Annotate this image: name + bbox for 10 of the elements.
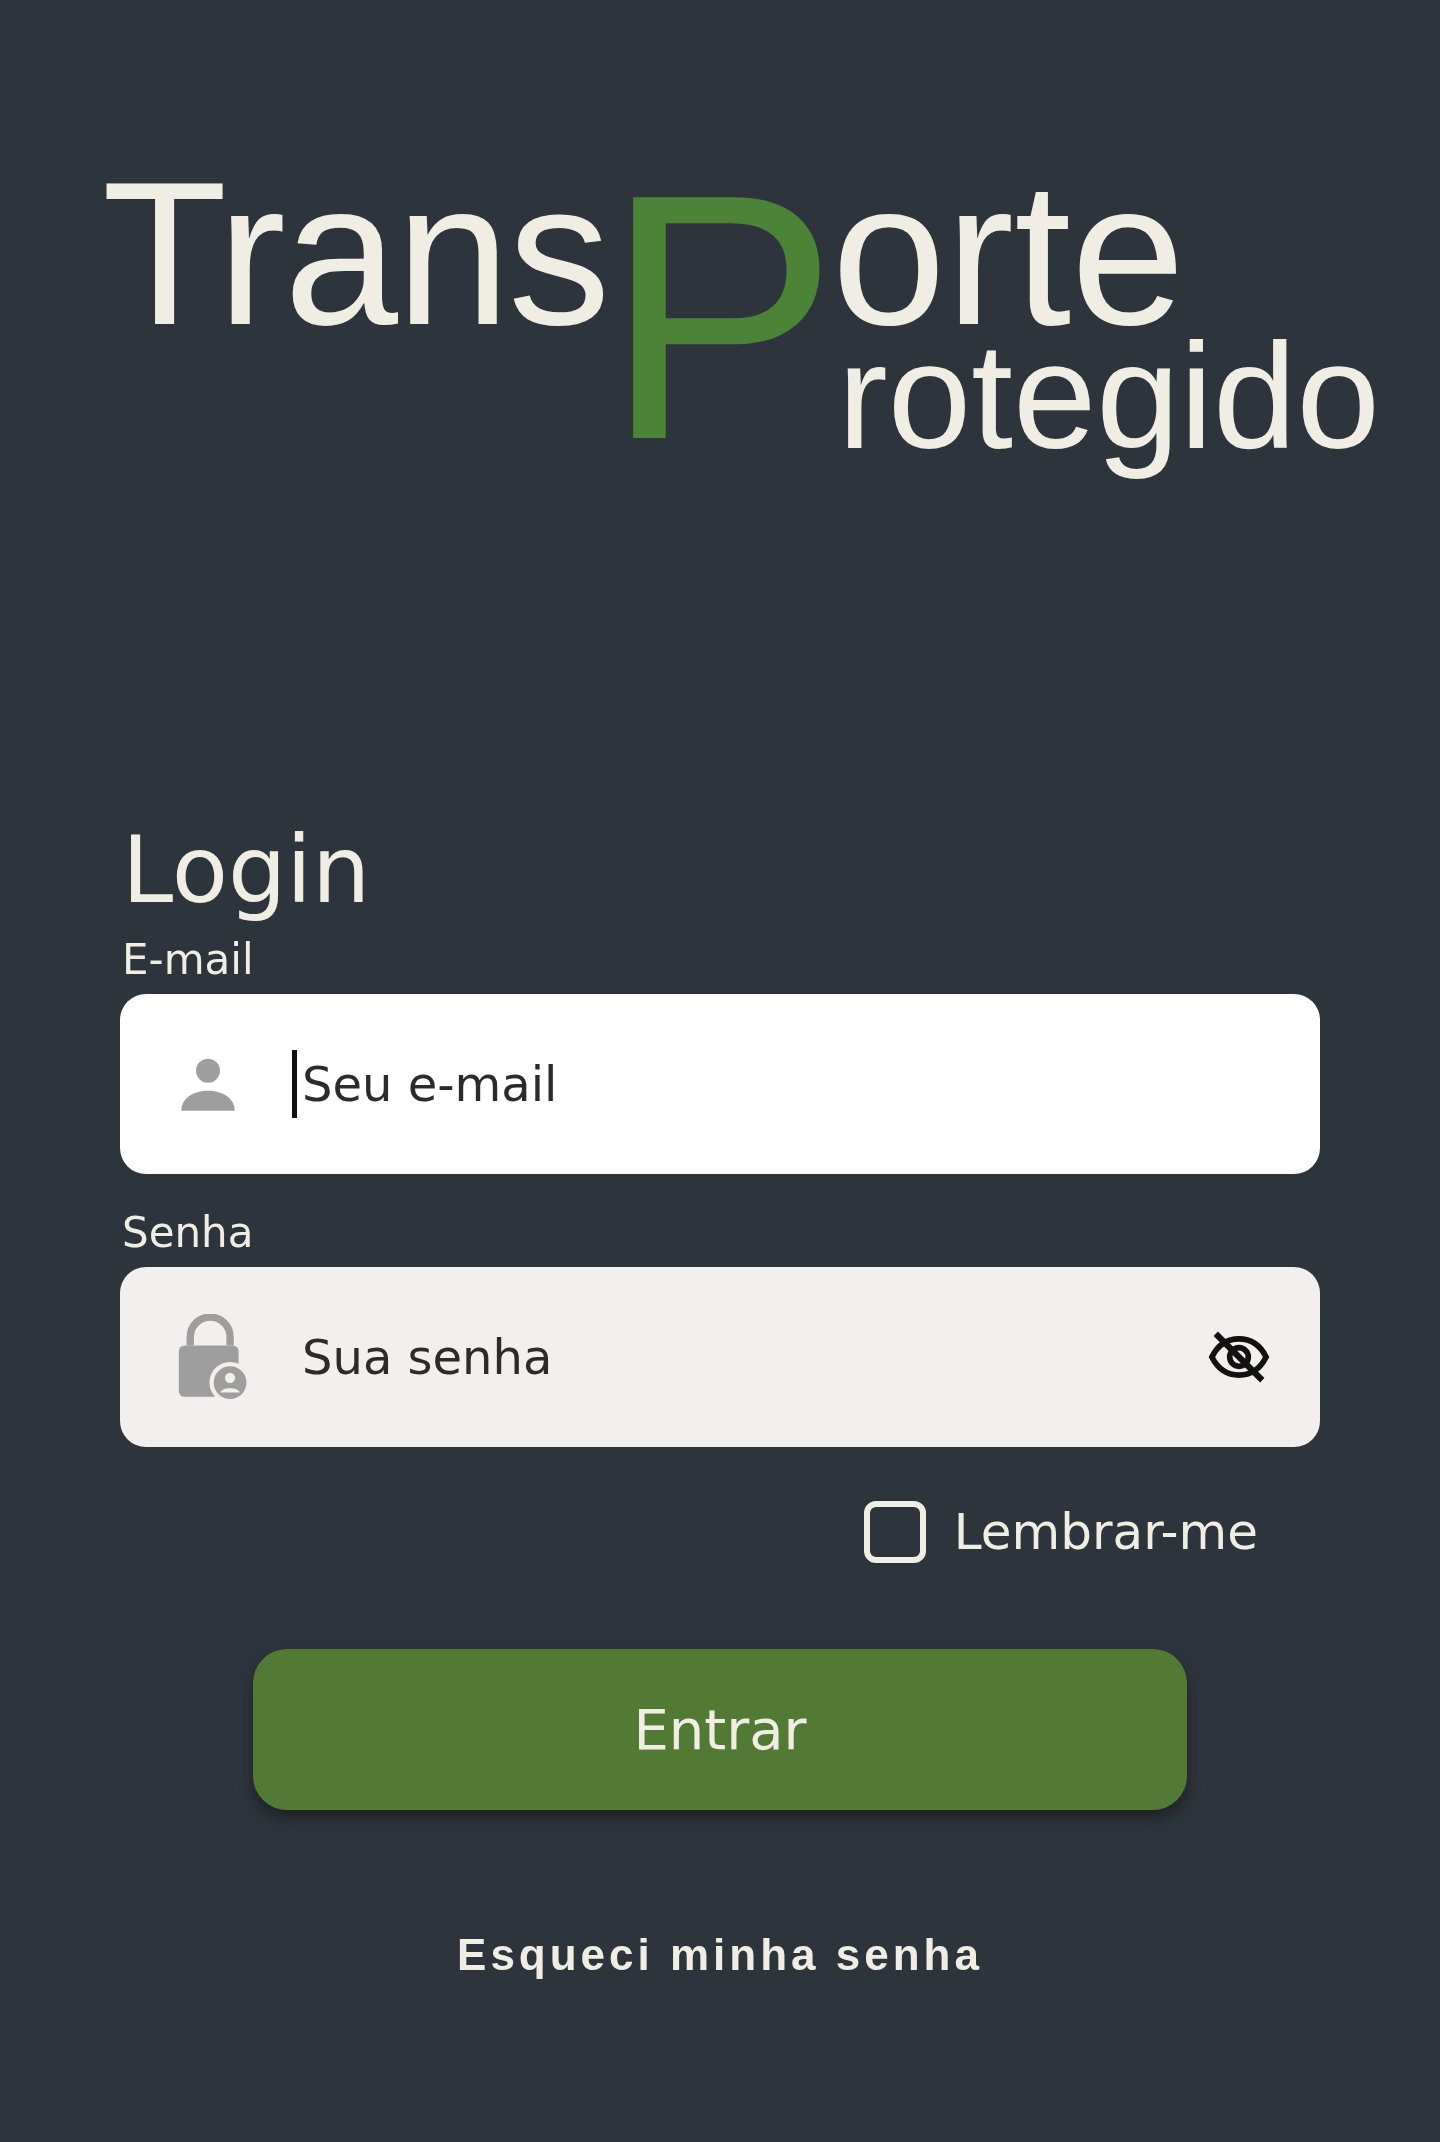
- forgot-password-link[interactable]: Esqueci minha senha: [457, 1930, 983, 1981]
- login-heading: Login: [122, 820, 371, 922]
- remember-label: Lembrar-me: [953, 1503, 1258, 1562]
- lock-icon: [176, 1314, 250, 1401]
- field-label: Senha: [122, 1208, 254, 1258]
- password-field[interactable]: Sua senha: [120, 1267, 1320, 1448]
- email-field[interactable]: Seu e-mail: [120, 994, 1320, 1175]
- login-button[interactable]: Entrar: [253, 1649, 1187, 1811]
- remember-checkbox[interactable]: [863, 1501, 926, 1564]
- field-label: E-mail: [122, 935, 254, 985]
